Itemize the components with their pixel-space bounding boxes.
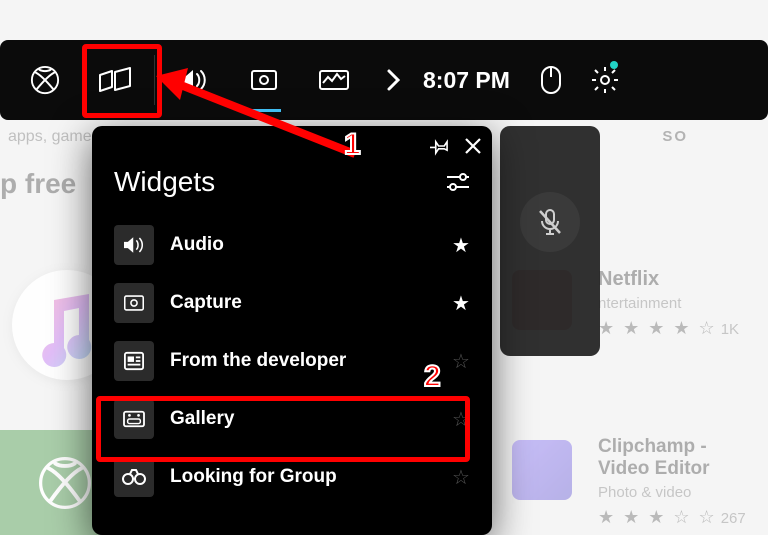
widgets-icon	[98, 67, 132, 93]
app-title[interactable]: Netflix	[598, 268, 739, 291]
mic-muted-icon	[537, 208, 563, 236]
widgets-menu-button[interactable]	[80, 45, 150, 115]
widgets-title: Widgets	[114, 166, 215, 198]
widgets-settings-button[interactable]	[446, 173, 470, 191]
widget-item-gallery[interactable]: Gallery ☆	[106, 390, 482, 448]
annotation-number-2: 2	[424, 360, 441, 394]
settings-button[interactable]	[578, 45, 632, 115]
annotation-number-1: 1	[344, 128, 361, 162]
close-icon	[464, 137, 482, 155]
game-bar: 8:07 PM	[0, 40, 768, 120]
widget-item-capture[interactable]: Capture ★	[106, 274, 482, 332]
app-category: ntertainment	[598, 295, 739, 312]
active-tab-indicator	[247, 109, 281, 112]
more-widgets-chevron[interactable]	[369, 45, 417, 115]
app-category: Photo & video	[598, 484, 758, 501]
news-icon	[114, 341, 154, 381]
capture-icon	[250, 67, 278, 93]
performance-button[interactable]	[299, 45, 369, 115]
favorite-star-icon[interactable]: ★	[448, 291, 474, 316]
separator	[154, 55, 155, 105]
widget-label: Looking for Group	[170, 466, 432, 488]
speaker-icon	[179, 67, 209, 93]
widget-label: From the developer	[170, 350, 432, 372]
widgets-panel: Widgets Audio ★ Capture ★	[92, 126, 492, 535]
favorite-star-icon[interactable]: ★	[448, 233, 474, 258]
notification-dot	[610, 61, 618, 69]
mic-mute-button[interactable]	[520, 192, 580, 252]
capture-mic-panel	[500, 126, 600, 356]
audio-button[interactable]	[159, 45, 229, 115]
capture-icon	[114, 283, 154, 323]
favorite-star-icon[interactable]: ☆	[448, 349, 474, 374]
xbox-icon	[30, 65, 60, 95]
xbox-icon	[39, 457, 91, 509]
widget-label: Capture	[170, 292, 432, 314]
clock: 8:07 PM	[423, 67, 510, 94]
widgets-list: Audio ★ Capture ★ From the developer ☆ G…	[92, 212, 492, 506]
gear-icon	[591, 66, 619, 94]
widget-label: Gallery	[170, 408, 432, 430]
speaker-icon	[114, 225, 154, 265]
clipchamp-tile[interactable]	[512, 440, 572, 500]
app-title[interactable]: Clipchamp - Video Editor	[598, 436, 758, 480]
binoculars-icon	[114, 457, 154, 497]
chevron-right-icon	[385, 68, 401, 92]
app-rating: ★ ★ ★ ☆ ☆267	[598, 507, 758, 528]
performance-icon	[318, 68, 350, 92]
input-device-button[interactable]	[524, 45, 578, 115]
widget-label: Audio	[170, 234, 432, 256]
pin-icon	[430, 136, 450, 156]
mouse-icon	[540, 65, 562, 95]
pin-button[interactable]	[430, 136, 450, 156]
favorite-star-icon[interactable]: ☆	[448, 407, 474, 432]
capture-button[interactable]	[229, 45, 299, 115]
gallery-icon	[114, 399, 154, 439]
app-rating: ★ ★ ★ ★ ☆1K	[598, 318, 739, 339]
widget-item-lfg[interactable]: Looking for Group ☆	[106, 448, 482, 506]
close-button[interactable]	[464, 137, 482, 155]
favorite-star-icon[interactable]: ☆	[448, 465, 474, 490]
sliders-icon	[446, 173, 470, 191]
top-free-heading: p free	[0, 168, 76, 200]
widget-item-audio[interactable]: Audio ★	[106, 216, 482, 274]
so-badge: SO	[662, 128, 688, 145]
xbox-button[interactable]	[10, 45, 80, 115]
